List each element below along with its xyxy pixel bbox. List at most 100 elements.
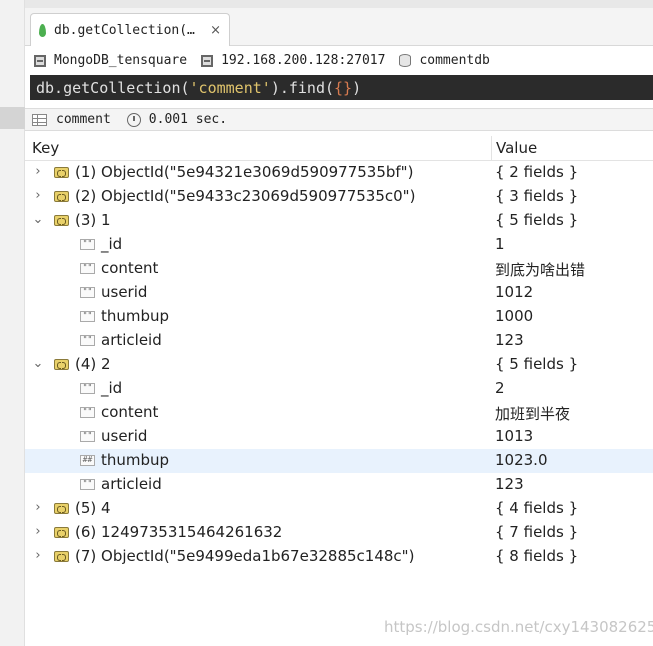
field-value: 到底为啥出错	[495, 261, 586, 279]
field-key: thumbup	[101, 307, 170, 325]
mongodb-leaf-icon	[39, 23, 46, 37]
field-row[interactable]: "" content 到底为啥出错	[25, 257, 653, 281]
expand-arrow-icon[interactable]: ›	[31, 501, 45, 515]
query-time: 0.001 sec.	[148, 112, 228, 127]
row-key: (3) 1	[75, 211, 111, 229]
left-gutter	[0, 0, 25, 646]
collapse-arrow-icon[interactable]: ⌄	[31, 213, 45, 227]
document-icon	[54, 551, 69, 562]
column-header-key[interactable]: Key	[32, 139, 59, 157]
field-key: _id	[101, 235, 123, 253]
expand-arrow-icon[interactable]: ›	[31, 189, 45, 203]
tab-bar-strip	[25, 0, 653, 8]
row-key: (7) ObjectId("5e9499eda1b67e32885c148c")	[75, 547, 415, 565]
document-icon	[54, 167, 69, 178]
result-tree-grid: Key Value › (1) ObjectId("5e94321e3069d5…	[25, 136, 653, 569]
row-key: (2) ObjectId("5e9433c23069d590977535c0")	[75, 187, 416, 205]
document-row[interactable]: › (1) ObjectId("5e94321e3069d590977535bf…	[25, 161, 653, 185]
field-row[interactable]: "" userid 1013	[25, 425, 653, 449]
collection-name: comment	[56, 112, 111, 127]
gutter-marker	[0, 107, 25, 129]
row-key: (1) ObjectId("5e94321e3069d590977535bf")	[75, 163, 414, 181]
connection-bar: MongoDB_tensquare 192.168.200.128:27017 …	[25, 48, 653, 73]
field-row[interactable]: "" _id 2	[25, 377, 653, 401]
string-field-icon: ""	[80, 263, 95, 274]
field-row[interactable]: "" articleid 123	[25, 329, 653, 353]
query-filter: {}	[334, 78, 353, 97]
field-row[interactable]: "" content 加班到半夜	[25, 401, 653, 425]
close-icon[interactable]: ×	[210, 23, 221, 38]
expand-arrow-icon[interactable]: ›	[31, 549, 45, 563]
field-value: 1013	[495, 427, 534, 445]
host-icon	[201, 54, 214, 67]
document-row[interactable]: ⌄ (3) 1 { 5 fields }	[25, 209, 653, 233]
string-field-icon: ""	[80, 287, 95, 298]
string-field-icon: ""	[80, 311, 95, 322]
database-icon	[399, 54, 412, 67]
document-row[interactable]: ⌄ (4) 2 { 5 fields }	[25, 353, 653, 377]
column-divider[interactable]	[491, 136, 492, 161]
grid-header: Key Value	[25, 136, 653, 161]
row-value: { 5 fields }	[495, 211, 579, 229]
connection-address-label: 192.168.200.128:27017	[221, 53, 386, 68]
field-value: 加班到半夜	[495, 405, 571, 423]
tab-bar: db.getCollection(… ×	[25, 0, 653, 46]
connection-database: commentdb	[399, 53, 490, 68]
connection-name: MongoDB_tensquare	[34, 53, 187, 68]
field-value: 1023.0	[495, 451, 548, 469]
query-find: ).find(	[270, 78, 335, 97]
document-icon	[54, 191, 69, 202]
document-row[interactable]: › (2) ObjectId("5e9433c23069d590977535c0…	[25, 185, 653, 209]
field-key: content	[101, 259, 159, 277]
row-value: { 2 fields }	[495, 163, 579, 181]
row-value: { 3 fields }	[495, 187, 579, 205]
field-row[interactable]: "" thumbup 1000	[25, 305, 653, 329]
document-icon	[54, 527, 69, 538]
field-value: 1000	[495, 307, 534, 325]
row-key: (4) 2	[75, 355, 111, 373]
field-row-selected[interactable]: ## thumbup 1023.0	[25, 449, 653, 473]
connection-database-label: commentdb	[419, 53, 490, 68]
query-collection-arg: 'comment'	[189, 78, 271, 97]
field-value: 123	[495, 331, 524, 349]
string-field-icon: ""	[80, 335, 95, 346]
row-value: { 8 fields }	[495, 547, 579, 565]
query-close-paren: )	[352, 78, 362, 97]
field-key: _id	[101, 379, 123, 397]
field-row[interactable]: "" userid 1012	[25, 281, 653, 305]
row-value: { 5 fields }	[495, 355, 579, 373]
document-row[interactable]: › (5) 4 { 4 fields }	[25, 497, 653, 521]
column-header-value[interactable]: Value	[496, 139, 537, 157]
connection-address: 192.168.200.128:27017	[201, 53, 385, 68]
connection-name-label: MongoDB_tensquare	[54, 53, 188, 68]
field-value: 1	[495, 235, 505, 253]
row-key: (5) 4	[75, 499, 111, 517]
expand-arrow-icon[interactable]: ›	[31, 525, 45, 539]
tab-query[interactable]: db.getCollection(… ×	[30, 13, 230, 46]
field-value: 123	[495, 475, 524, 493]
collapse-arrow-icon[interactable]: ⌄	[31, 357, 45, 371]
field-row[interactable]: "" _id 1	[25, 233, 653, 257]
result-status-bar: comment 0.001 sec.	[25, 108, 653, 131]
field-value: 2	[495, 379, 505, 397]
field-key: userid	[101, 283, 148, 301]
string-field-icon: ""	[80, 239, 95, 250]
field-key: content	[101, 403, 159, 421]
field-key: articleid	[101, 475, 162, 493]
field-key: userid	[101, 427, 148, 445]
document-icon	[54, 215, 69, 226]
table-icon	[32, 113, 47, 126]
query-editor[interactable]: db.getCollection('comment').find({})	[30, 75, 653, 100]
expand-arrow-icon[interactable]: ›	[31, 165, 45, 179]
field-row[interactable]: "" articleid 123	[25, 473, 653, 497]
tab-title: db.getCollection(…	[54, 22, 195, 38]
document-row[interactable]: › (7) ObjectId("5e9499eda1b67e32885c148c…	[25, 545, 653, 569]
query-function: db.getCollection(	[36, 78, 190, 97]
clock-icon	[126, 112, 141, 127]
row-key: (6) 1249735315464261632	[75, 523, 283, 541]
string-field-icon: ""	[80, 407, 95, 418]
string-field-icon: ""	[80, 479, 95, 490]
document-row[interactable]: › (6) 1249735315464261632 { 7 fields }	[25, 521, 653, 545]
number-field-icon: ##	[80, 455, 95, 466]
string-field-icon: ""	[80, 431, 95, 442]
